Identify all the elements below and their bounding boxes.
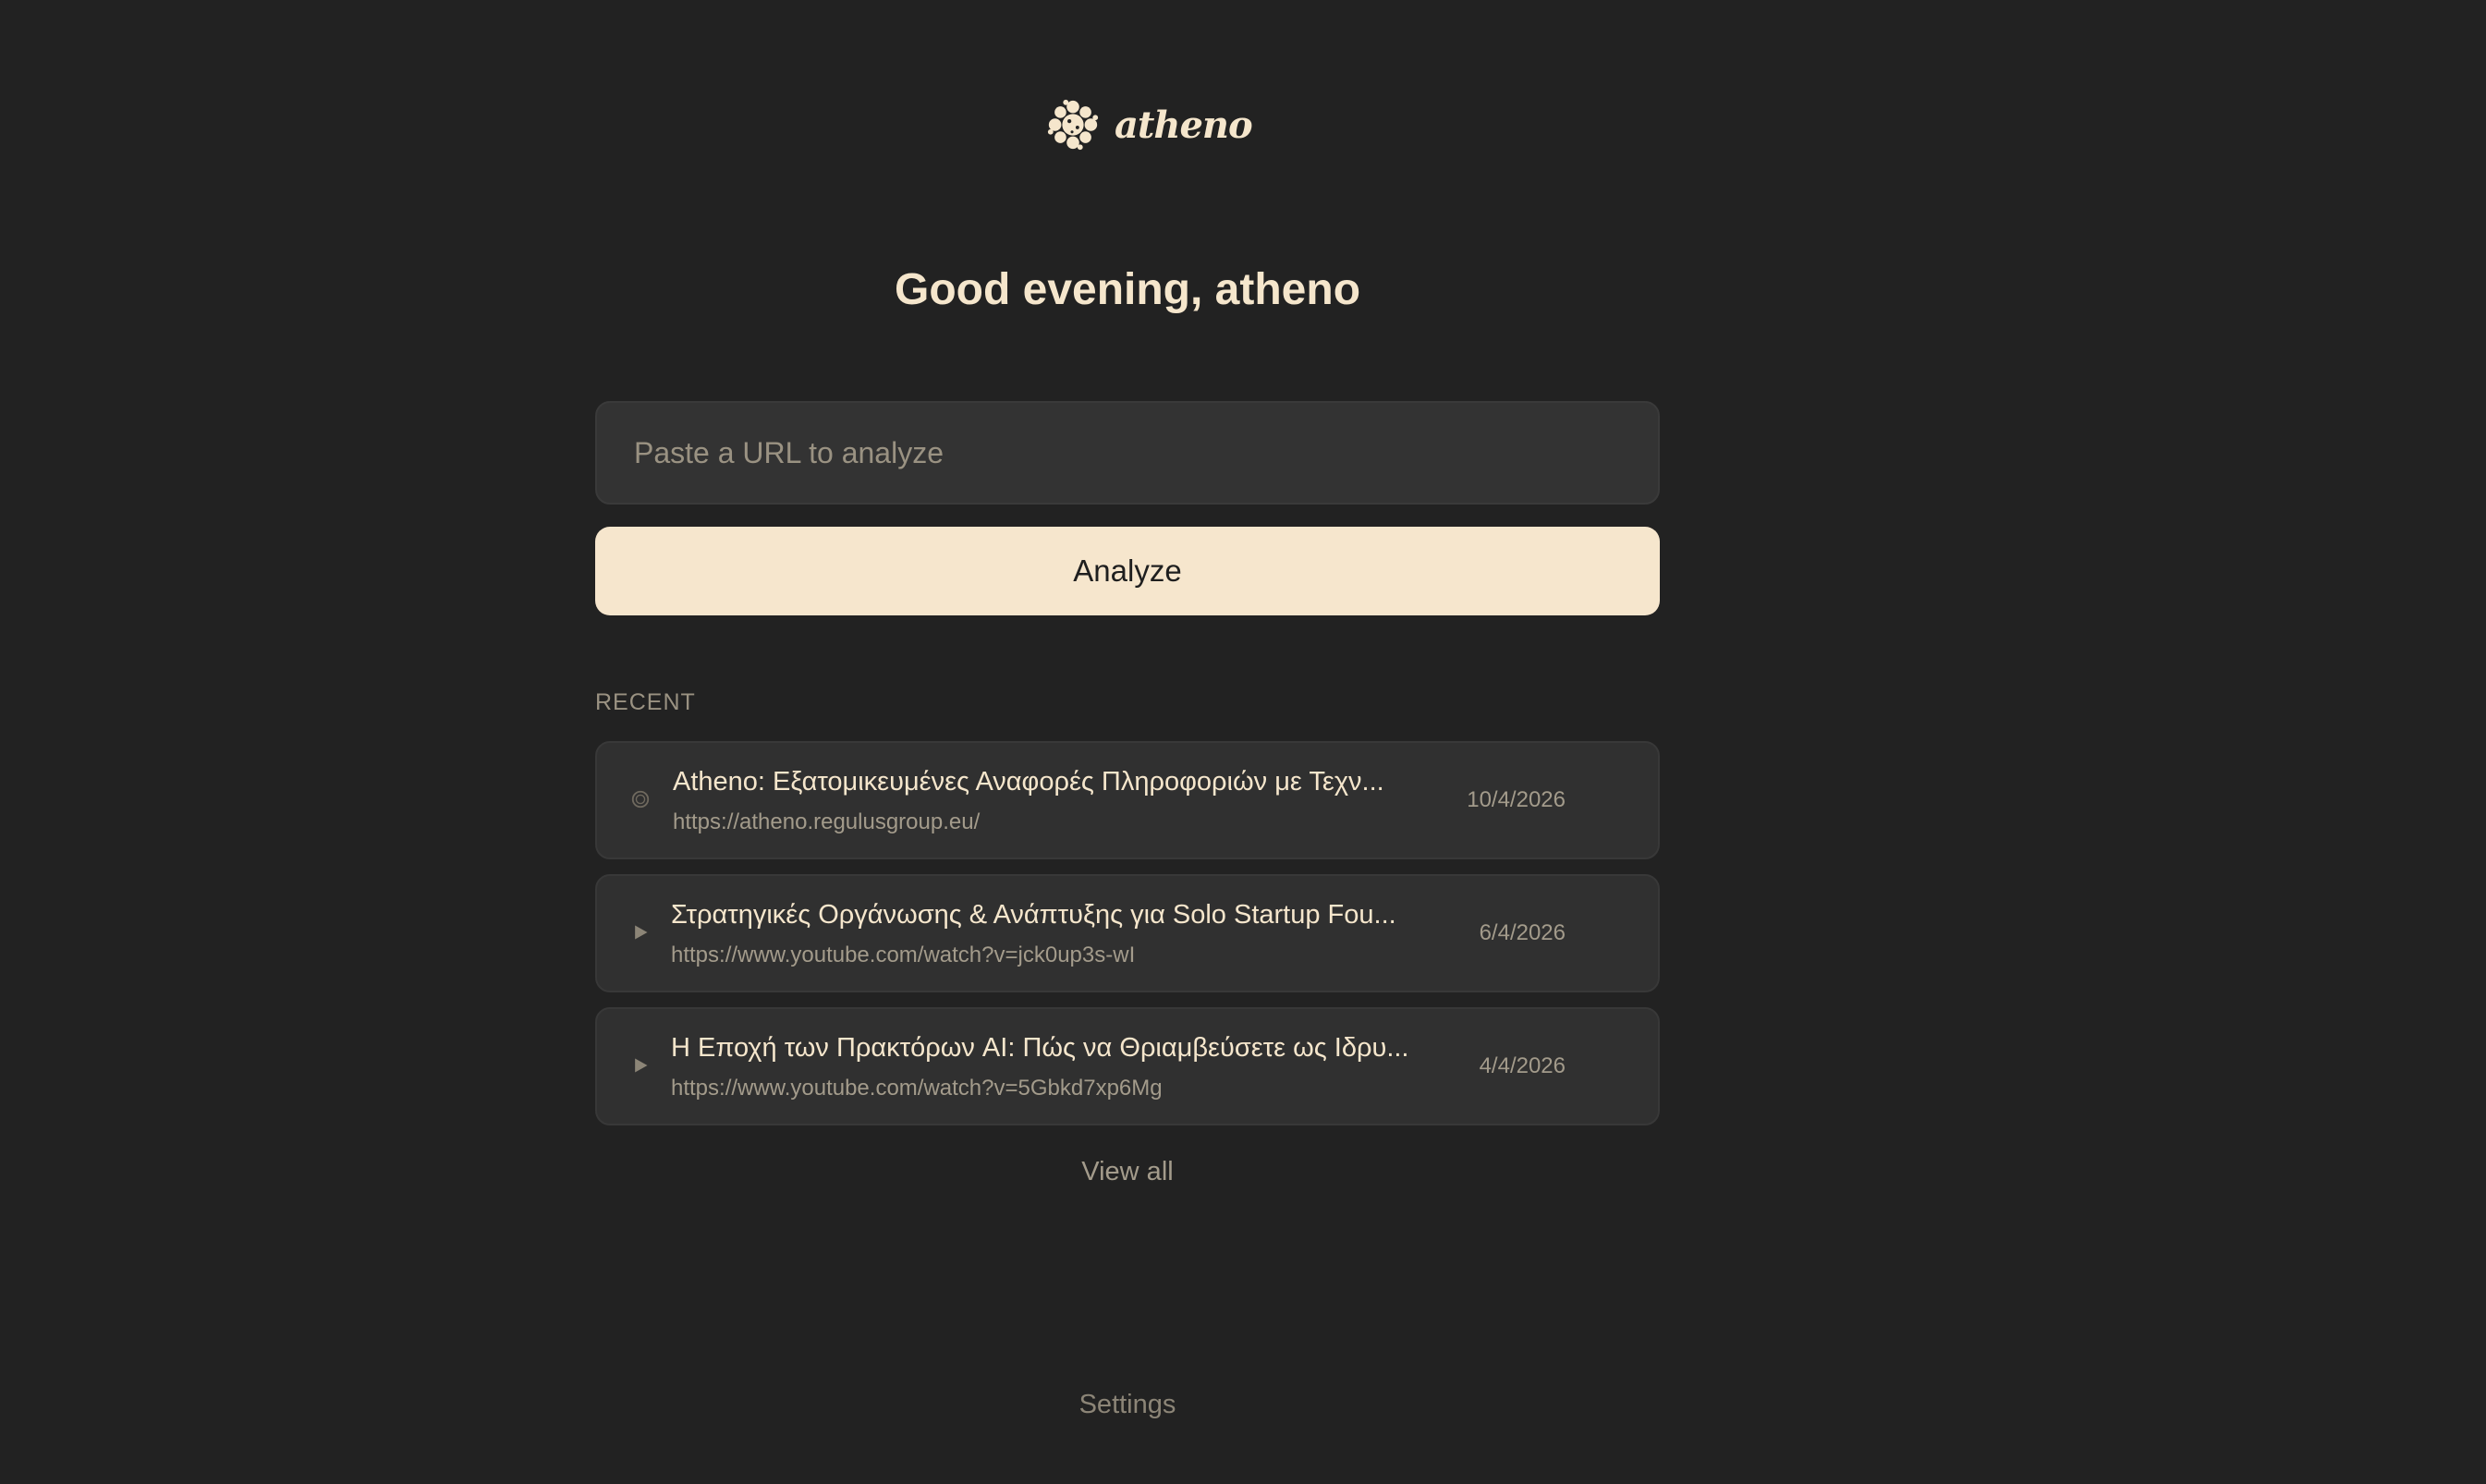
brand-logo[interactable]: atheno (1044, 92, 1253, 157)
view-all-link[interactable]: View all (0, 1157, 2255, 1187)
recent-item-url: https://www.youtube.com/watch?v=5Gbkd7xp… (671, 1076, 1163, 1101)
home-page: atheno Good evening, atheno Analyze RECE… (0, 0, 2486, 1484)
atheno-logo-icon (1044, 96, 1102, 153)
recent-item-title: Atheno: Εξατομικευμένες Αναφορές Πληροφο… (673, 767, 1384, 797)
analyze-button[interactable]: Analyze (595, 527, 1660, 615)
recent-item-url: https://www.youtube.com/watch?v=jck0up3s… (671, 943, 1136, 967)
greeting-heading: Good evening, atheno (894, 265, 1361, 314)
play-icon (627, 918, 654, 946)
recent-item-date: 4/4/2026 (1479, 1053, 1566, 1078)
recent-item-date: 6/4/2026 (1479, 920, 1566, 945)
recent-heading: RECENT (595, 689, 696, 715)
settings-link[interactable]: Settings (0, 1390, 2255, 1420)
recent-item-title: Η Εποχή των Πρακτόρων AI: Πώς να Θριαμβε… (671, 1033, 1409, 1063)
recent-item[interactable]: Atheno: Εξατομικευμένες Αναφορές Πληροφο… (595, 741, 1660, 859)
recent-item-title: Στρατηγικές Οργάνωσης & Ανάπτυξης για So… (671, 900, 1396, 930)
recent-item-url: https://atheno.regulusgroup.eu/ (673, 809, 981, 834)
brand-name: atheno (1115, 103, 1253, 147)
recent-item[interactable]: Στρατηγικές Οργάνωσης & Ανάπτυξης για So… (595, 874, 1660, 992)
play-icon (627, 1052, 654, 1079)
recent-item-date: 10/4/2026 (1467, 787, 1566, 812)
recent-item[interactable]: Η Εποχή των Πρακτόρων AI: Πώς να Θριαμβε… (595, 1007, 1660, 1125)
globe-icon (627, 785, 654, 813)
url-input[interactable] (595, 401, 1660, 505)
